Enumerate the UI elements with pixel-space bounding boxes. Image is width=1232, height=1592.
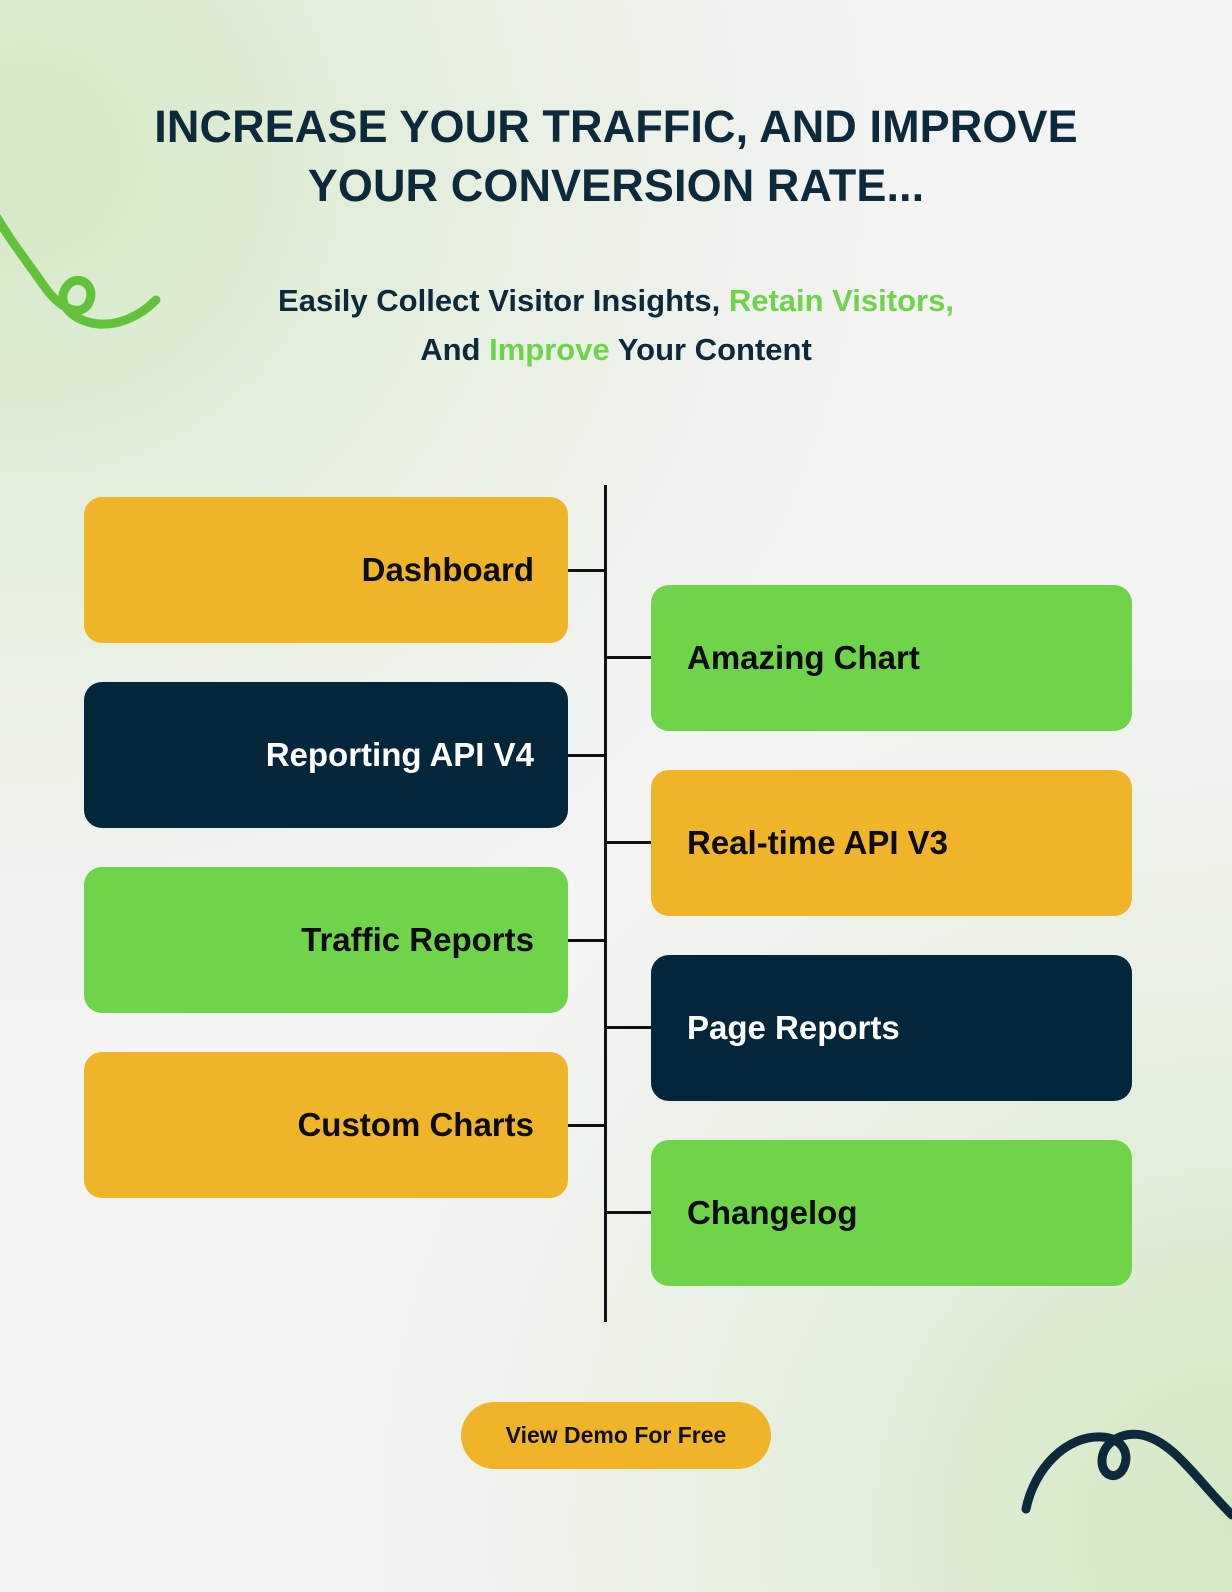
feature-node-custom-charts[interactable]: Custom Charts: [84, 1052, 568, 1198]
feature-node-label: Dashboard: [361, 550, 534, 588]
connector-left-3: [568, 939, 607, 942]
feature-node-label: Real-time API V3: [687, 823, 949, 861]
feature-node-label: Amazing Chart: [687, 638, 920, 676]
feature-node-changelog[interactable]: Changelog: [651, 1140, 1132, 1286]
landing-page: INCREASE YOUR TRAFFIC, AND IMPROVE YOUR …: [0, 0, 1232, 1592]
feature-node-reporting-api-v4[interactable]: Reporting API V4: [84, 682, 568, 828]
feature-diagram: Dashboard Reporting API V4 Traffic Repor…: [0, 0, 1232, 1592]
feature-node-traffic-reports[interactable]: Traffic Reports: [84, 867, 568, 1013]
feature-node-label: Page Reports: [687, 1008, 900, 1046]
diagram-spine: [604, 485, 607, 1322]
connector-left-4: [568, 1124, 607, 1127]
feature-node-label: Custom Charts: [297, 1105, 534, 1143]
view-demo-button[interactable]: View Demo For Free: [460, 1402, 772, 1469]
feature-node-realtime-api-v3[interactable]: Real-time API V3: [651, 770, 1132, 916]
feature-node-label: Reporting API V4: [265, 735, 534, 773]
connector-right-4: [604, 1211, 652, 1214]
feature-node-amazing-chart[interactable]: Amazing Chart: [651, 585, 1132, 731]
connector-right-3: [604, 1026, 652, 1029]
feature-node-page-reports[interactable]: Page Reports: [651, 955, 1132, 1101]
feature-node-label: Changelog: [687, 1193, 858, 1231]
connector-left-1: [568, 569, 607, 572]
feature-node-label: Traffic Reports: [301, 920, 534, 958]
cta-section: View Demo For Free: [0, 1402, 1232, 1469]
connector-right-1: [604, 656, 652, 659]
feature-node-dashboard[interactable]: Dashboard: [84, 497, 568, 643]
connector-left-2: [568, 754, 607, 757]
connector-right-2: [604, 841, 652, 844]
